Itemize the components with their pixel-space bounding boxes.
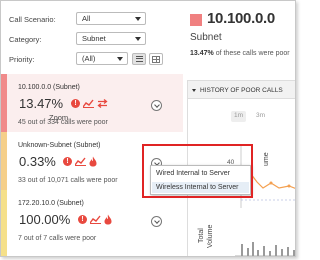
subnet-card[interactable]: 10.100.0.0 (Subnet) 13.47% ! 45 out of 3…: [1, 74, 183, 132]
line-point: [269, 181, 273, 185]
flame-icon: [89, 156, 97, 167]
volume-bar: [275, 245, 277, 256]
category-value: Subnet: [82, 34, 106, 43]
trend-chart-icon: [75, 157, 86, 166]
expand-button[interactable]: [151, 100, 162, 111]
call-scenario-value: All: [82, 14, 91, 23]
chevron-down-icon: [153, 101, 160, 108]
volume-bar: [252, 242, 254, 256]
category-select[interactable]: Subnet: [76, 32, 146, 45]
severity-stripe: [1, 74, 7, 132]
grid-icon: [152, 55, 160, 63]
list-view-button[interactable]: [132, 53, 146, 65]
subnet-card[interactable]: 172.20.10.0 (Subnet) 100.00% ! 7 out of …: [1, 190, 183, 256]
volume-bar: [269, 251, 271, 256]
trend-chart-icon: [83, 99, 94, 108]
severity-square: [190, 14, 202, 26]
history-header[interactable]: HISTORY OF POOR CALLS: [188, 81, 295, 99]
volume-bar: [281, 249, 283, 256]
call-scenario-label: Call Scenario:: [9, 14, 56, 24]
chevron-down-icon: [117, 57, 123, 61]
filter-priority: Priority:: [9, 52, 79, 66]
transfer-arrows-icon: [97, 99, 108, 108]
alert-icon: !: [63, 157, 72, 166]
card-title: 10.100.0.0 (Subnet): [18, 84, 80, 91]
card-percent: 100.00%: [19, 212, 71, 227]
highlight-callout: [142, 144, 253, 198]
expand-button[interactable]: [151, 216, 162, 227]
card-summary: 7 out of 7 calls were poor: [18, 235, 97, 242]
detail-stat: 13.47% of these calls were poor: [190, 50, 290, 57]
volume-bar: [287, 247, 289, 256]
list-icon: [135, 56, 143, 62]
card-summary: 33 out of 10,071 calls were poor: [18, 177, 118, 184]
detail-subtitle: Subnet: [190, 32, 222, 43]
filter-call-scenario: Call Scenario:: [9, 12, 79, 26]
flame-icon: [104, 214, 112, 225]
priority-value: (All): [82, 54, 96, 63]
detail-stat-text: of these calls were poor: [215, 50, 290, 57]
zoom-3m-button[interactable]: 3m: [253, 111, 268, 122]
line-point: [287, 184, 291, 188]
chevron-down-icon: [135, 37, 141, 41]
detail-ip: 10.100.0.0: [207, 10, 275, 27]
app-window: Call Scenario: All Category: Subnet Prio…: [0, 0, 296, 257]
grid-view-button[interactable]: [149, 53, 163, 65]
volume-bars: [241, 242, 295, 256]
severity-stripe: [1, 132, 7, 190]
zoom-label: Zoom: [49, 113, 69, 122]
volume-bar: [247, 248, 249, 256]
collapse-caret-icon: [192, 89, 196, 92]
volume-bar: [241, 244, 243, 256]
volume-bar: [293, 250, 295, 256]
history-title: HISTORY OF POOR CALLS: [200, 87, 283, 94]
card-percent: 13.47%: [19, 96, 64, 111]
priority-select[interactable]: (All): [76, 52, 128, 65]
category-label: Category:: [9, 34, 42, 44]
severity-stripe: [1, 190, 7, 256]
volume-bar: [257, 250, 259, 256]
filter-category: Category:: [9, 32, 79, 46]
alert-icon: !: [71, 99, 80, 108]
card-title: Unknown-Subnet (Subnet): [18, 142, 101, 149]
card-percent: 0.33%: [19, 154, 56, 169]
chevron-down-icon: [135, 17, 141, 21]
volume-bar: [263, 246, 265, 256]
alert-icon: !: [78, 215, 87, 224]
call-scenario-select[interactable]: All: [76, 12, 146, 25]
chevron-down-icon: [153, 217, 160, 224]
card-title: 172.20.10.0 (Subnet): [18, 200, 84, 207]
priority-label: Priority:: [9, 54, 35, 64]
detail-stat-percent: 13.47%: [190, 50, 214, 57]
zoom-1m-button[interactable]: 1m: [231, 111, 247, 122]
trend-chart-icon: [90, 215, 101, 224]
left-panel: Call Scenario: All Category: Subnet Prio…: [1, 1, 183, 256]
